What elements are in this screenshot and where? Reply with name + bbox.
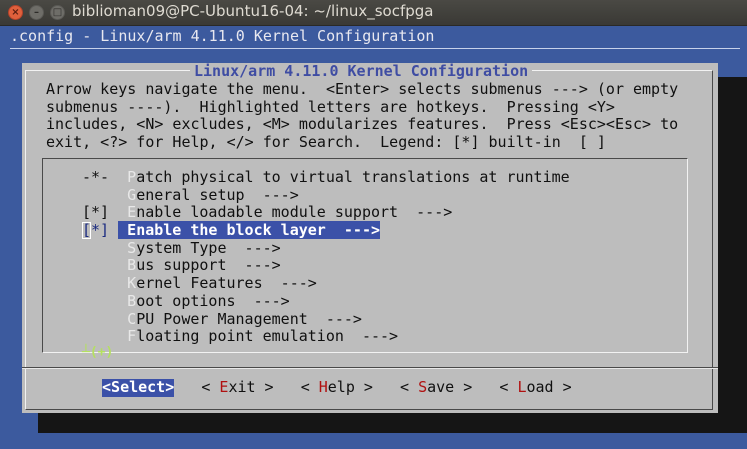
more-items-indicator: ┴(+) xyxy=(82,345,114,360)
config-header: .config - Linux/arm 4.11.0 Kernel Config… xyxy=(10,27,435,45)
menu-item-floating-point[interactable]: Floating point emulation ---> xyxy=(82,327,570,346)
menu-item-suffix: ---> xyxy=(307,309,362,328)
window-titlebar[interactable]: × – □ biblioman09@PC-Ubuntu16-04: ~/linu… xyxy=(0,0,747,26)
menu-item-hotkey: S xyxy=(127,238,137,257)
menu-item-mark xyxy=(82,186,109,204)
menu-item-suffix: ---> xyxy=(235,291,290,310)
menu-item-label: ernel Features xyxy=(136,274,263,293)
menu-item-block-layer[interactable]: [*] Enable the block layer ---> xyxy=(82,221,570,240)
exit-button[interactable]: < Exit > xyxy=(201,378,273,397)
menu-item-system-type[interactable]: System Type ---> xyxy=(82,238,570,258)
select-button[interactable]: <Select> xyxy=(102,378,175,397)
menu-item-suffix: ---> xyxy=(244,185,299,204)
menu-item-hotkey: C xyxy=(127,309,137,328)
menu-item-label: ystem Type xyxy=(136,238,227,257)
menu-item-hotkey: K xyxy=(127,274,137,293)
help-line: exit, <?> for Help, </> for Search. Lege… xyxy=(46,133,606,152)
menu-item-suffix: ---> xyxy=(226,256,281,275)
menu-item-bus-support[interactable]: Bus support ---> xyxy=(82,257,570,275)
menu-item-suffix: ---> xyxy=(325,221,381,240)
menu-item-boot-options[interactable]: Boot options ---> xyxy=(82,291,570,311)
menu-item-cpu-power[interactable]: CPU Power Management ---> xyxy=(82,309,570,329)
menu-list: -*- Patch physical to virtual translatio… xyxy=(82,168,570,346)
menu-item-mark: [*] xyxy=(82,203,110,222)
button-bar: <Select> < Exit > < Help > < Save > < Lo… xyxy=(102,378,572,397)
help-line: Arrow keys navigate the menu. <Enter> se… xyxy=(46,80,679,98)
help-line: includes, <N> excludes, <M> modularizes … xyxy=(46,115,679,134)
menu-item-mark xyxy=(82,292,109,310)
menu-item-loadable-modules[interactable]: [*] Enable loadable module support ---> xyxy=(82,204,570,222)
menu-item-mark: -*- xyxy=(82,168,110,186)
minimize-icon[interactable]: – xyxy=(29,5,44,20)
config-dialog: Linux/arm 4.11.0 Kernel Configuration Ar… xyxy=(22,62,718,413)
menu-item-label: oot options xyxy=(136,291,236,310)
maximize-icon[interactable]: □ xyxy=(50,5,65,20)
button-separator-highlight xyxy=(22,368,718,369)
menu-item-mark xyxy=(82,256,109,274)
menu-item-suffix: ---> xyxy=(226,238,281,257)
menu-item-hotkey: B xyxy=(127,291,137,310)
menu-item-suffix: ---> xyxy=(398,203,453,222)
header-rule xyxy=(10,48,740,49)
help-text: Arrow keys navigate the menu. <Enter> se… xyxy=(46,80,679,152)
menu-item-label: PU Power Management xyxy=(136,309,308,328)
menu-item-label: loating point emulation xyxy=(136,327,344,346)
window-title: biblioman09@PC-Ubuntu16-04: ~/linux_socf… xyxy=(72,2,434,20)
cursor-indicator xyxy=(82,222,91,240)
menu-item-patch-physical[interactable]: -*- Patch physical to virtual translatio… xyxy=(82,168,570,187)
menu-item-mark xyxy=(82,327,109,345)
menu-item-hotkey: E xyxy=(127,203,137,222)
menu-item-label: atch physical to virtual translations at… xyxy=(136,168,570,186)
close-icon[interactable]: × xyxy=(8,5,23,20)
menu-item-hotkey: B xyxy=(127,256,137,275)
menu-item-label: eneral setup xyxy=(136,185,245,204)
menu-item-label: nable the block layer xyxy=(136,221,326,240)
menu-item-suffix: ---> xyxy=(343,327,399,346)
menu-item-mark xyxy=(82,239,109,257)
help-line: submenus ----). Highlighted letters are … xyxy=(46,97,615,116)
menu-item-mark xyxy=(82,274,109,292)
help-button[interactable]: < Help > xyxy=(301,378,373,397)
menu-item-label: nable loadable module support xyxy=(136,203,399,222)
menu-item-hotkey: G xyxy=(127,185,137,204)
menu-item-hotkey: F xyxy=(127,327,137,346)
menu-item-mark xyxy=(82,310,109,328)
menu-item-hotkey: P xyxy=(127,168,137,186)
menu-item-suffix: ---> xyxy=(262,274,317,293)
menu-item-general-setup[interactable]: General setup ---> xyxy=(82,185,570,205)
dialog-title: Linux/arm 4.11.0 Kernel Configuration xyxy=(190,62,533,81)
menu-item-hotkey: E xyxy=(127,221,137,240)
menu-item-label: us support xyxy=(136,256,227,275)
menu-item-kernel-features[interactable]: Kernel Features ---> xyxy=(82,274,570,293)
load-button[interactable]: < Load > xyxy=(499,378,571,397)
save-button[interactable]: < Save > xyxy=(400,378,472,397)
